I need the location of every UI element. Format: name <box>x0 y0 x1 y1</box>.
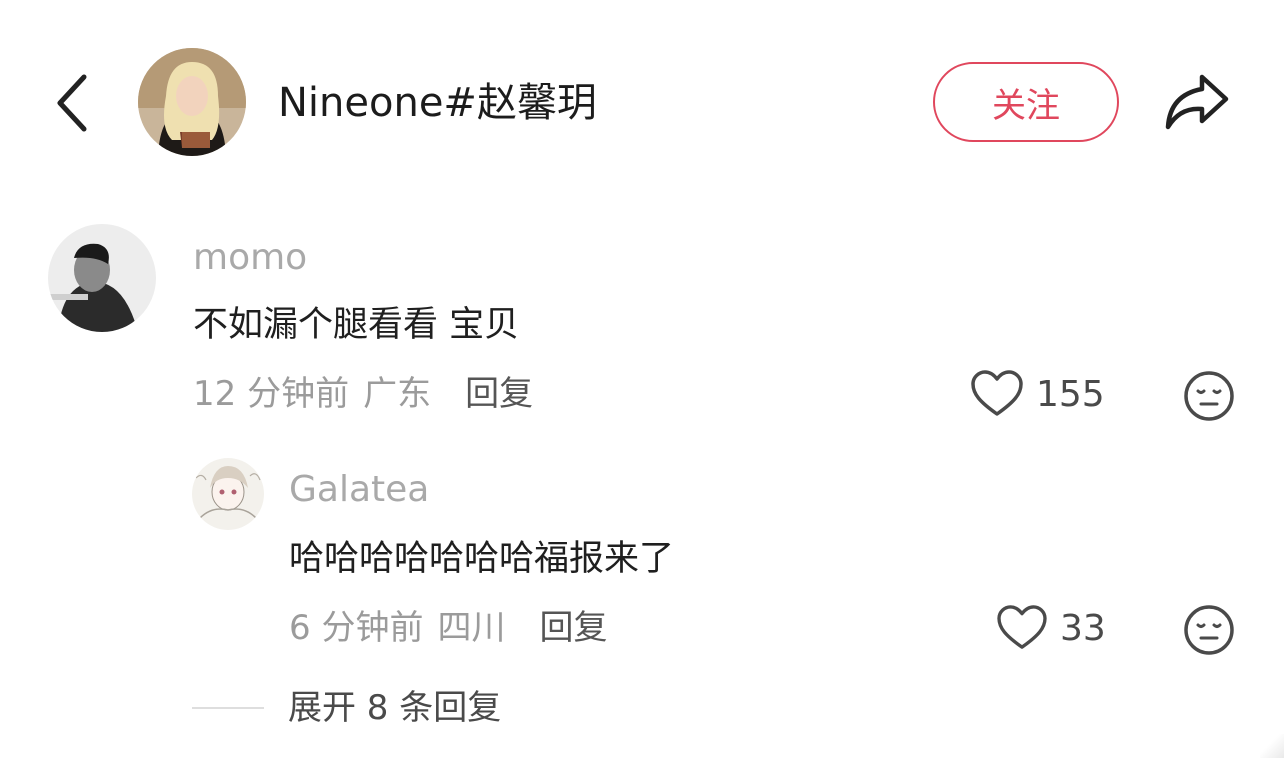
reply-avatar[interactable] <box>192 458 264 530</box>
comment-page: Nineone#赵馨玥 关注 momo 不如漏个腿看看 宝贝 12 分钟前 广东… <box>0 0 1284 758</box>
expand-replies-button[interactable]: 展开 8 条回复 <box>192 686 501 730</box>
neutral-face-icon <box>1184 371 1234 421</box>
expand-replies-label: 展开 8 条回复 <box>288 688 502 728</box>
like-button[interactable]: 155 <box>970 370 1105 418</box>
reply-location: 四川 <box>437 608 506 648</box>
comment-username[interactable]: momo <box>193 236 307 280</box>
comment-text: 不如漏个腿看看 宝贝 <box>193 305 520 345</box>
reply-time: 6 分钟前 <box>289 608 424 648</box>
divider-line <box>192 707 264 709</box>
reply-like-button[interactable]: 33 <box>996 605 1106 651</box>
share-arrow-icon <box>1165 74 1229 130</box>
chevron-left-icon <box>57 74 87 132</box>
author-avatar[interactable] <box>138 48 246 156</box>
reply-reply-button[interactable]: 回复 <box>539 606 607 650</box>
heart-icon <box>997 605 1047 649</box>
reply-button[interactable]: 回复 <box>465 372 533 416</box>
reply-username[interactable]: Galatea <box>289 468 429 512</box>
neutral-face-icon <box>1184 605 1234 655</box>
comment-time: 12 分钟前 <box>193 374 350 414</box>
reaction-button[interactable] <box>1183 370 1235 422</box>
reply-text: 哈哈哈哈哈哈哈福报来了 <box>289 539 675 579</box>
reply-reaction-button[interactable] <box>1183 604 1235 656</box>
page-corner <box>1260 734 1284 758</box>
heart-icon <box>971 370 1023 416</box>
share-button[interactable] <box>1160 66 1234 138</box>
like-count: 155 <box>1036 373 1105 415</box>
comment-location: 广东 <box>363 374 432 414</box>
reply-meta: 6 分钟前 四川 回复 <box>289 606 607 650</box>
commenter-avatar[interactable] <box>48 224 156 332</box>
comment-meta: 12 分钟前 广东 回复 <box>193 372 533 416</box>
page-title: Nineone#赵馨玥 <box>278 80 597 126</box>
reply-like-count: 33 <box>1060 607 1106 649</box>
back-button[interactable] <box>48 68 96 138</box>
follow-button[interactable]: 关注 <box>933 62 1119 142</box>
